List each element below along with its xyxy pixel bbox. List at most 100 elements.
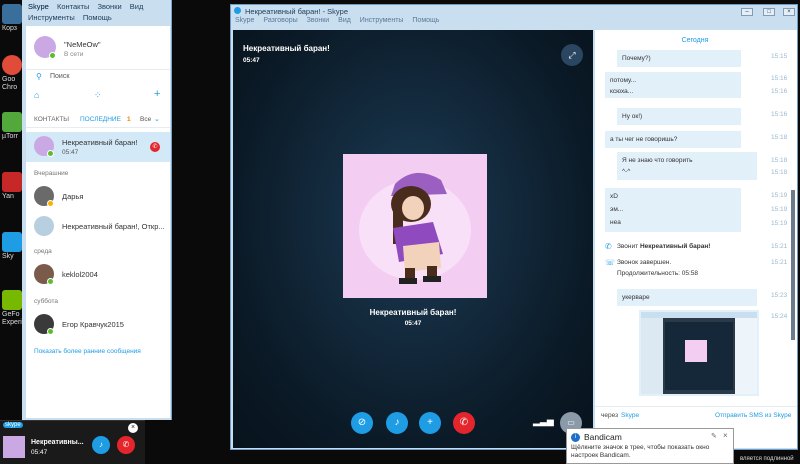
- skype-main-window: Skype Skype Контакты Звонки Вид Инструме…: [22, 0, 172, 420]
- desktop-icon-utorrent[interactable]: µTorr: [2, 112, 24, 141]
- desktop-icon-recycle[interactable]: Корз: [2, 4, 24, 33]
- plus-icon: +: [427, 417, 433, 428]
- info-icon: i: [571, 433, 580, 442]
- minimize-button[interactable]: –: [741, 8, 753, 16]
- call-ended-event: Звонок завершен. Продолжительность: 05:58: [617, 259, 698, 277]
- mini-call-time: 05:47: [31, 449, 48, 456]
- desktop-text: вляется подлинной: [740, 456, 794, 462]
- chat-message: xD эм... неа: [605, 188, 741, 232]
- settings-icon[interactable]: ✎: [711, 432, 717, 440]
- desktop-icon-chrome[interactable]: Goo Chro: [2, 55, 24, 92]
- section-saturday: суббота: [34, 298, 59, 305]
- recent-badge: 1: [127, 116, 131, 123]
- notification-title: Bandicam: [584, 432, 622, 442]
- recent-item-group[interactable]: Некреативный баран!, Откр...: [26, 212, 170, 242]
- call-ended-icon: ☏: [605, 258, 616, 267]
- search-box[interactable]: ⚲ Поиск: [34, 70, 166, 84]
- search-icon: ⚲: [36, 72, 42, 81]
- caller-name: Некреативный баран!: [369, 308, 457, 317]
- message-time: 15:18: [771, 157, 788, 164]
- online-status-icon: [47, 328, 54, 335]
- profile-name: "NeMeOw": [64, 40, 101, 49]
- recycle-bin-icon: [2, 4, 22, 24]
- mini-caller-name: Некреативны...: [31, 439, 84, 446]
- bandicam-notification[interactable]: i Bandicam ✎ × Щёлкните значок в трее, ч…: [566, 428, 734, 464]
- chat-scrollbar[interactable]: [791, 190, 795, 340]
- via-dropdown[interactable]: Skype: [621, 412, 639, 419]
- recent-item-active[interactable]: Некреативный баран! 05:47 ✆: [26, 132, 170, 162]
- video-off-icon: ⊘: [357, 417, 367, 428]
- dialpad-icon[interactable]: ⁘: [94, 90, 102, 101]
- close-button[interactable]: ×: [783, 8, 795, 16]
- chat-message: а ты чег не говоришь?: [605, 131, 741, 148]
- filter-dropdown[interactable]: Все: [140, 116, 151, 123]
- via-label: через: [601, 412, 619, 419]
- tab-contacts[interactable]: КОНТАКТЫ: [34, 116, 69, 123]
- fullscreen-icon[interactable]: ⤢: [561, 44, 583, 66]
- menu-view[interactable]: Вид: [338, 17, 351, 24]
- video-off-button[interactable]: ⊘: [351, 412, 373, 434]
- desktop-icon-skype[interactable]: Sky: [2, 232, 24, 261]
- menu-help[interactable]: Помощь: [412, 17, 439, 24]
- menu-help[interactable]: Помощь: [83, 13, 112, 22]
- message-time: 15:16: [771, 111, 788, 118]
- send-sms-link[interactable]: Отправить SMS из Skype: [715, 412, 791, 419]
- chat-message: Почему?): [617, 50, 741, 67]
- menu-calls[interactable]: Звонки: [97, 2, 121, 11]
- recent-item-egor[interactable]: Егор Кравчук2015: [26, 310, 170, 340]
- shared-screenshot-image[interactable]: [639, 310, 759, 396]
- menu-tools[interactable]: Инструменты: [360, 17, 404, 24]
- desktop-icon-yandex[interactable]: Yan: [2, 172, 24, 201]
- menu-skype[interactable]: Skype: [28, 2, 49, 11]
- home-icon[interactable]: ⌂: [34, 90, 39, 100]
- geforce-icon: [2, 290, 22, 310]
- caller-avatar: [343, 154, 487, 298]
- desktop-icon-geforce[interactable]: GeFo Experi: [2, 290, 24, 327]
- profile-header[interactable]: "NeMeOw" В сети: [26, 26, 170, 70]
- message-time: 15:19: [771, 220, 788, 227]
- show-older-link[interactable]: Показать более ранние сообщения: [34, 348, 141, 355]
- end-call-button[interactable]: ✆: [453, 412, 475, 434]
- conversation-window: Некреативный баран! - Skype – □ × Skype …: [230, 4, 798, 450]
- message-time: 15:24: [771, 313, 788, 320]
- chrome-icon: [2, 55, 22, 75]
- hangup-icon: ✆: [459, 417, 469, 428]
- main-menubar: Skype Контакты Звонки Вид: [22, 2, 155, 12]
- call-header-time: 05:47: [243, 57, 260, 64]
- message-time: 15:16: [771, 88, 788, 95]
- add-participant-button[interactable]: +: [419, 412, 441, 434]
- close-icon[interactable]: ×: [128, 423, 138, 433]
- menu-calls[interactable]: Звонки: [307, 17, 330, 24]
- notification-text: Щёлкните значок в трее, чтобы показать о…: [571, 444, 710, 459]
- tab-recent[interactable]: ПОСЛЕДНИЕ: [80, 116, 121, 123]
- mini-hangup-button[interactable]: ✆: [117, 436, 135, 454]
- contact-name: Некреативный баран!, Откр...: [62, 222, 165, 231]
- incoming-call-icon: ✆: [605, 242, 612, 251]
- end-call-icon[interactable]: ✆: [150, 142, 160, 152]
- recent-item-darya[interactable]: Дарья: [26, 182, 170, 212]
- message-time: 15:18: [771, 169, 788, 176]
- main-menubar-row2: Инструменты Помощь: [22, 13, 124, 23]
- skype-icon: [2, 232, 22, 252]
- menu-contacts[interactable]: Контакты: [57, 2, 89, 11]
- section-yesterday: Вчерашние: [34, 170, 69, 177]
- menu-conversations[interactable]: Разговоры: [263, 17, 297, 24]
- recent-item-keklol[interactable]: keklol2004: [26, 260, 170, 290]
- add-icon[interactable]: +: [154, 88, 160, 100]
- group-avatar-icon: [34, 216, 54, 236]
- mini-mute-button[interactable]: ♪: [92, 436, 110, 454]
- window-title: Некреативный баран! - Skype: [245, 7, 349, 16]
- message-time: 15:23: [771, 292, 788, 299]
- online-status-icon: [47, 150, 54, 157]
- message-time: 15:19: [771, 206, 788, 213]
- menu-tools[interactable]: Инструменты: [28, 13, 75, 22]
- list-tabs: КОНТАКТЫ ПОСЛЕДНИЕ 1 Все ⌄: [26, 112, 170, 128]
- maximize-button[interactable]: □: [763, 8, 775, 16]
- mute-button[interactable]: ♪: [386, 412, 408, 434]
- menu-view[interactable]: Вид: [130, 2, 144, 11]
- search-placeholder: Поиск: [50, 73, 70, 80]
- menu-skype[interactable]: Skype: [235, 17, 254, 24]
- close-icon[interactable]: ×: [723, 431, 728, 440]
- contact-name: Егор Кравчук2015: [62, 320, 124, 329]
- chat-message: Ну ок!): [617, 108, 741, 125]
